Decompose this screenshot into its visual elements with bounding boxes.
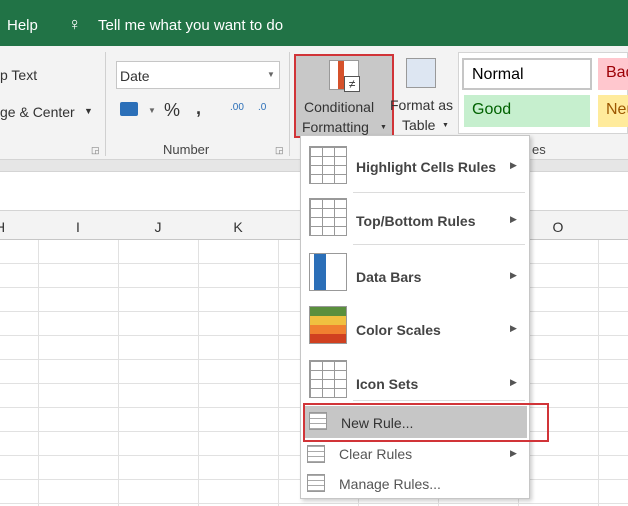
column-header[interactable]: J bbox=[118, 219, 198, 235]
menu-item-clear-rules[interactable]: Clear Rules ▶ bbox=[301, 442, 529, 472]
data-bars-icon bbox=[309, 253, 347, 291]
menu-item-label: Color Scales bbox=[356, 322, 441, 338]
submenu-arrow-icon: ▶ bbox=[510, 323, 517, 333]
number-group-label: Number bbox=[163, 142, 210, 157]
merge-center-button[interactable]: ge & Center bbox=[0, 104, 75, 120]
column-header[interactable]: K bbox=[198, 219, 278, 235]
not-equal-icon: ≠ bbox=[344, 76, 360, 92]
number-format-value: Date bbox=[120, 68, 150, 84]
menu-item-new-rule[interactable]: New Rule... bbox=[303, 406, 527, 438]
number-format-select[interactable]: Date ▼ bbox=[116, 61, 280, 89]
cf-label-2: Formatting bbox=[302, 119, 369, 135]
tab-help[interactable]: Help bbox=[7, 17, 38, 34]
format-table-icon bbox=[406, 58, 436, 88]
eraser-icon bbox=[307, 445, 325, 463]
styles-group-label: es bbox=[532, 142, 546, 157]
chevron-down-icon: ▼ bbox=[442, 122, 449, 129]
decrease-decimal-button[interactable]: .0 bbox=[258, 102, 266, 113]
menu-item-color-scales[interactable]: Color Scales ▶ bbox=[301, 306, 529, 348]
chevron-down-icon: ▼ bbox=[267, 70, 275, 79]
icon-sets-icon bbox=[309, 360, 347, 398]
submenu-arrow-icon: ▶ bbox=[510, 270, 517, 280]
conditional-formatting-button[interactable]: ≠ Conditional Formatting ▼ bbox=[294, 54, 394, 138]
chevron-down-icon[interactable]: ▼ bbox=[148, 106, 156, 115]
new-rule-icon bbox=[309, 412, 327, 430]
tell-me-search[interactable]: Tell me what you want to do bbox=[98, 17, 283, 34]
chevron-down-icon: ▼ bbox=[380, 124, 387, 131]
menu-item-top-bottom-rules[interactable]: Top/Bottom Rules ▶ bbox=[301, 198, 529, 240]
menu-item-label: Clear Rules bbox=[339, 446, 413, 462]
dialog-launcher-icon[interactable]: ◲ bbox=[91, 145, 100, 156]
fat-label-1: Format as bbox=[390, 97, 454, 113]
style-neutral[interactable]: Neu bbox=[598, 95, 628, 127]
submenu-arrow-icon: ▶ bbox=[510, 448, 517, 458]
style-bad[interactable]: Bad bbox=[598, 58, 628, 90]
cf-label-1: Conditional bbox=[304, 99, 375, 115]
accounting-format-icon[interactable] bbox=[120, 102, 138, 116]
submenu-arrow-icon: ▶ bbox=[510, 377, 517, 387]
title-bar: Help ♀ Tell me what you want to do bbox=[0, 0, 628, 46]
highlight-cells-icon bbox=[309, 146, 347, 184]
percent-style-button[interactable]: % bbox=[164, 100, 180, 121]
comma-style-button[interactable]: , bbox=[196, 98, 201, 119]
menu-item-label: Manage Rules... bbox=[339, 476, 441, 492]
dialog-launcher-icon[interactable]: ◲ bbox=[275, 145, 284, 156]
menu-item-label: Icon Sets bbox=[356, 376, 419, 392]
conditional-formatting-menu: Highlight Cells Rules ▶ Top/Bottom Rules… bbox=[300, 135, 530, 499]
lightbulb-icon: ♀ bbox=[68, 14, 82, 34]
increase-decimal-button[interactable]: .00 bbox=[230, 102, 244, 113]
menu-item-label: Top/Bottom Rules bbox=[356, 213, 476, 229]
style-normal[interactable]: Normal bbox=[462, 58, 592, 90]
menu-item-data-bars[interactable]: Data Bars ▶ bbox=[301, 253, 529, 295]
menu-item-label: New Rule... bbox=[341, 415, 414, 431]
column-header[interactable]: H bbox=[0, 219, 40, 235]
submenu-arrow-icon: ▶ bbox=[510, 160, 517, 170]
menu-item-manage-rules[interactable]: Manage Rules... bbox=[301, 472, 529, 502]
menu-item-highlight-cells-rules[interactable]: Highlight Cells Rules ▶ bbox=[301, 146, 529, 188]
submenu-arrow-icon: ▶ bbox=[510, 214, 517, 224]
format-as-table-button[interactable]: Format as Table ▼ bbox=[390, 54, 458, 138]
wrap-text-button[interactable]: p Text bbox=[0, 67, 37, 83]
column-header[interactable]: I bbox=[38, 219, 118, 235]
menu-item-icon-sets[interactable]: Icon Sets ▶ bbox=[301, 360, 529, 402]
manage-rules-icon bbox=[307, 474, 325, 492]
chevron-down-icon[interactable]: ▼ bbox=[84, 106, 93, 116]
top-bottom-icon bbox=[309, 198, 347, 236]
style-good[interactable]: Good bbox=[464, 95, 590, 127]
column-header[interactable]: O bbox=[518, 219, 598, 235]
menu-item-label: Highlight Cells Rules bbox=[356, 159, 497, 175]
fat-label-2: Table bbox=[402, 117, 436, 133]
menu-item-label: Data Bars bbox=[356, 269, 422, 285]
color-scales-icon bbox=[309, 306, 347, 344]
